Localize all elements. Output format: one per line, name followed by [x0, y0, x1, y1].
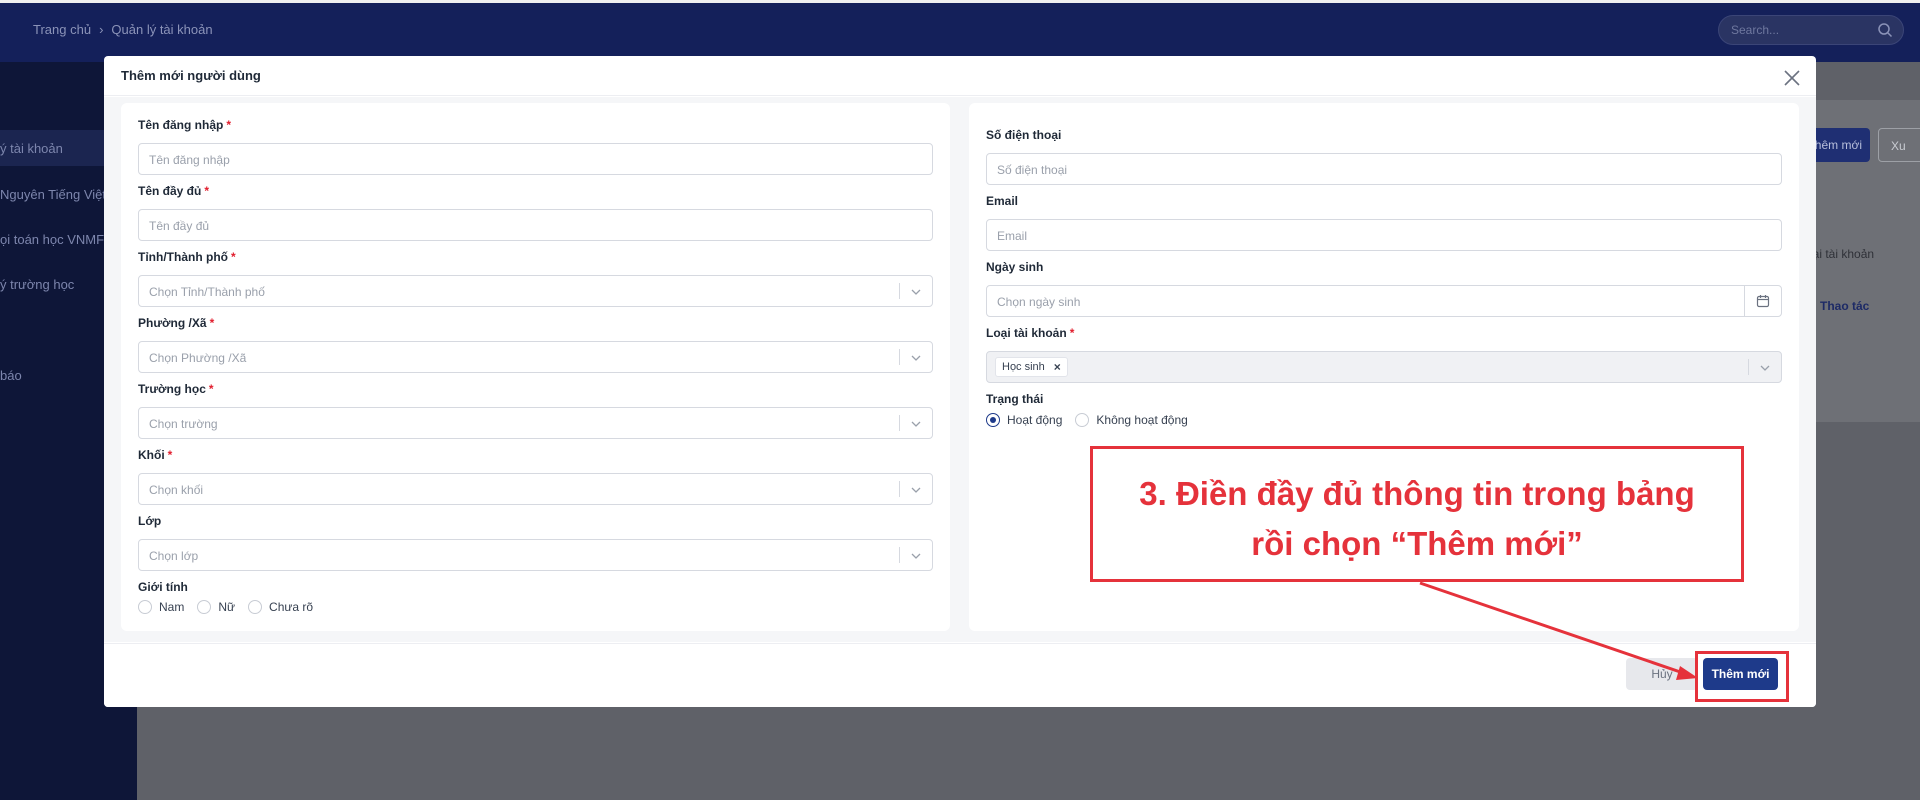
chevron-down-icon [911, 355, 921, 361]
background-action-header: Thao tác [1820, 299, 1870, 313]
phone-input[interactable]: Số điện thoại [986, 153, 1782, 185]
annotation-line-2: rồi chọn “Thêm mới” [1251, 525, 1583, 562]
account-type-select[interactable]: Học sinh × [986, 351, 1782, 383]
sidebar-item-accounts[interactable]: ý tài khoản [0, 141, 63, 156]
email-label: Email [986, 194, 1019, 208]
radio-circle[interactable] [138, 600, 152, 614]
gender-option-unknown[interactable]: Chưa rõ [248, 600, 313, 614]
annotation-text: 3. Điền đầy đủ thông tin trong bảng rồi … [1093, 469, 1741, 569]
background-column-header: oại tài khoản [1806, 247, 1875, 261]
chevron-down-icon [911, 487, 921, 493]
add-user-modal: Thêm mới người dùng Tên đăng nhập * Tên đ… [104, 56, 1816, 707]
modal-title: Thêm mới người dùng [121, 68, 261, 83]
grade-select[interactable]: Chọn khối [138, 473, 933, 505]
sidebar-item-schools[interactable]: ý trường học [0, 277, 74, 292]
left-form-card: Tên đăng nhập * Tên đăng nhập Tên đầy đủ *… [121, 103, 950, 631]
tag-remove-icon[interactable]: × [1054, 358, 1061, 376]
breadcrumb-current: Quản lý tài khoản [111, 22, 213, 37]
chevron-down-icon [1760, 365, 1770, 371]
username-label: Tên đăng nhập * [138, 118, 232, 132]
school-select[interactable]: Chọn trường [138, 407, 933, 439]
gender-option-female[interactable]: Nữ [197, 600, 235, 614]
email-input[interactable]: Email [986, 219, 1782, 251]
modal-header: Thêm mới người dùng [104, 56, 1816, 96]
radio-circle[interactable] [248, 600, 263, 614]
fullname-label: Tên đầy đủ * [138, 184, 210, 198]
class-label: Lớp [138, 514, 162, 528]
search-box[interactable]: Search... [1718, 15, 1904, 45]
annotation-line-1: 3. Điền đầy đủ thông tin trong bảng [1139, 475, 1695, 512]
cancel-button[interactable]: Hủy [1626, 658, 1698, 690]
chevron-down-icon [911, 421, 921, 427]
top-border [0, 0, 1920, 3]
background-export-button: Xu [1878, 128, 1920, 162]
radio-circle[interactable] [197, 600, 212, 614]
status-option-inactive[interactable]: Không hoạt động [1075, 413, 1188, 427]
phone-label: Số điện thoại [986, 128, 1062, 142]
annotation-highlight-box [1695, 651, 1789, 702]
chevron-down-icon [911, 289, 921, 295]
ward-select[interactable]: Chọn Phường /Xã [138, 341, 933, 373]
radio-circle[interactable] [1075, 413, 1090, 427]
breadcrumb-home[interactable]: Trang chủ [33, 22, 91, 37]
breadcrumb: Trang chủ › Quản lý tài khoản [33, 22, 213, 37]
status-option-active[interactable]: Hoạt động [986, 413, 1062, 427]
birthday-datepicker[interactable]: Chọn ngày sinh [986, 285, 1782, 317]
close-icon[interactable] [1782, 68, 1802, 88]
grade-label: Khối * [138, 448, 173, 462]
chevron-down-icon [911, 553, 921, 559]
search-placeholder: Search... [1731, 23, 1780, 37]
fullname-input[interactable]: Tên đầy đủ [138, 209, 933, 241]
account-type-tag: Học sinh × [995, 357, 1068, 377]
annotation-callout: 3. Điền đầy đủ thông tin trong bảng rồi … [1090, 446, 1744, 582]
radio-circle-selected[interactable] [986, 413, 1000, 427]
status-radio-group: Hoạt động Không hoạt động [986, 413, 1201, 427]
calendar-icon[interactable] [1756, 294, 1770, 308]
sidebar-item-vietnamese[interactable]: Nguyên Tiếng Việt [0, 187, 106, 202]
sidebar-item-reports[interactable]: báo [0, 368, 22, 383]
birthday-label: Ngày sinh [986, 260, 1044, 274]
gender-radio-group: Nam Nữ Chưa rõ [138, 600, 326, 614]
account-type-label: Loại tài khoản * [986, 326, 1075, 340]
school-label: Trường học * [138, 382, 214, 396]
modal-footer: Hủy Thêm mới [104, 643, 1816, 707]
sidebar-item-math[interactable]: ọi toán học VNMF [0, 232, 104, 247]
search-icon[interactable] [1877, 22, 1893, 38]
gender-option-male[interactable]: Nam [138, 600, 184, 614]
breadcrumb-separator: › [99, 22, 104, 37]
province-label: Tỉnh/Thành phố * [138, 250, 236, 264]
ward-label: Phường /Xã * [138, 316, 215, 330]
status-label: Trạng thái [986, 392, 1044, 406]
class-select[interactable]: Chọn lớp [138, 539, 933, 571]
app-topbar [0, 0, 1920, 62]
province-select[interactable]: Chọn Tỉnh/Thành phố [138, 275, 933, 307]
username-input[interactable]: Tên đăng nhập [138, 143, 933, 175]
gender-label: Giới tính [138, 580, 188, 594]
